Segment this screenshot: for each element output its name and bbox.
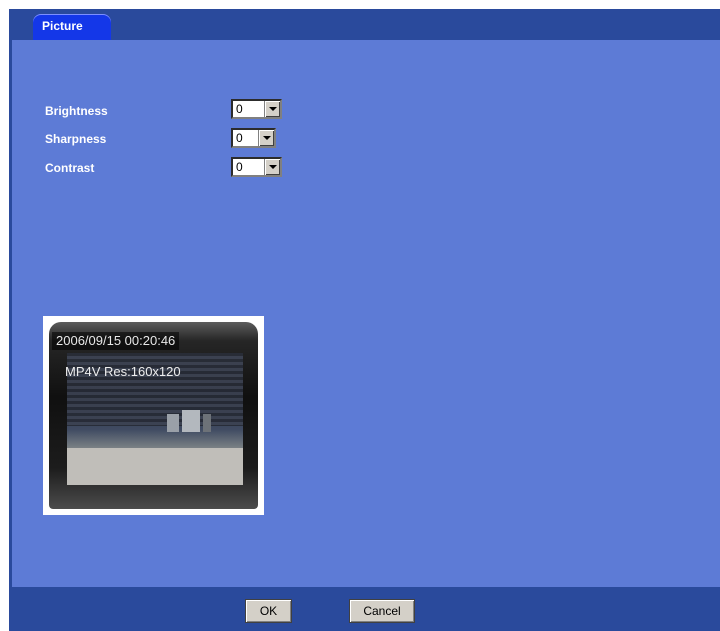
floor xyxy=(67,448,243,485)
sharpness-select[interactable]: 0 xyxy=(231,128,276,148)
contrast-label: Contrast xyxy=(45,161,95,175)
tab-strip: Picture xyxy=(9,9,720,40)
box xyxy=(167,413,179,433)
brightness-value: 0 xyxy=(236,102,243,116)
contrast-select[interactable]: 0 xyxy=(231,157,282,177)
brightness-select[interactable]: 0 xyxy=(231,99,282,119)
contrast-value: 0 xyxy=(236,160,243,174)
brightness-label: Brightness xyxy=(45,104,108,118)
ok-button[interactable]: OK xyxy=(245,599,292,623)
sharpness-label: Sharpness xyxy=(45,132,107,146)
box xyxy=(203,413,211,433)
cancel-button[interactable]: Cancel xyxy=(349,599,415,623)
sharpness-value: 0 xyxy=(236,131,243,145)
resolution-overlay: MP4V Res:160x120 xyxy=(65,364,181,379)
video-preview: 2006/09/15 00:20:46 MP4V Res:160x120 xyxy=(43,316,264,515)
video-bezel: 2006/09/15 00:20:46 MP4V Res:160x120 xyxy=(49,322,258,509)
chevron-down-icon[interactable] xyxy=(264,101,280,117)
box xyxy=(182,409,200,433)
picture-settings-panel: Brightness 0 Sharpness 0 Contrast 0 2006… xyxy=(9,40,720,589)
chevron-down-icon[interactable] xyxy=(258,130,274,146)
chevron-down-icon[interactable] xyxy=(264,159,280,175)
footer-bar: OK Cancel xyxy=(9,589,720,631)
timestamp-overlay: 2006/09/15 00:20:46 xyxy=(52,332,180,350)
tab-picture[interactable]: Picture xyxy=(33,14,111,40)
